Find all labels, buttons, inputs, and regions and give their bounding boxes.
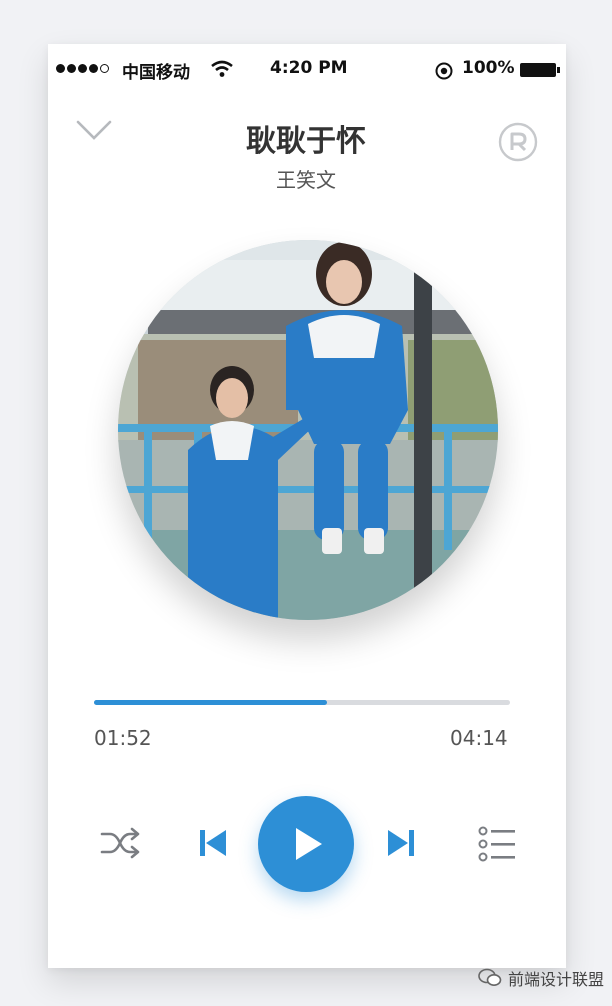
play-icon <box>296 828 322 860</box>
previous-button[interactable] <box>196 826 230 864</box>
status-bar: 中国移动 4:20 PM 100% <box>52 58 562 83</box>
skip-previous-icon <box>200 830 226 856</box>
rotation-lock-icon <box>435 62 453 80</box>
battery-icon <box>520 63 560 77</box>
wechat-icon <box>478 968 502 986</box>
carrier-name: 中国移动 <box>122 63 190 83</box>
watermark: 前端设计联盟 <box>478 966 604 990</box>
music-player-screen: 中国移动 4:20 PM 100% 耿耿于怀 王笑文 01:52 04:14 前… <box>0 0 612 1006</box>
skip-next-icon <box>388 830 414 856</box>
next-button[interactable] <box>384 826 418 864</box>
playlist-icon <box>478 826 515 862</box>
signal-strength-icon <box>56 64 109 73</box>
registered-icon[interactable] <box>498 122 538 162</box>
shuffle-icon <box>100 827 140 859</box>
play-button[interactable] <box>258 796 354 892</box>
status-time: 4:20 PM <box>270 58 348 78</box>
battery-percent: 100% <box>462 58 515 78</box>
artist-name: 王笑文 <box>276 168 336 192</box>
progress-fill <box>94 700 327 705</box>
total-time: 04:14 <box>450 726 508 750</box>
album-art <box>118 240 498 620</box>
progress-slider[interactable] <box>94 700 510 705</box>
current-time: 01:52 <box>94 726 152 750</box>
wifi-icon <box>211 60 233 77</box>
playlist-button[interactable] <box>478 826 518 866</box>
watermark-text: 前端设计联盟 <box>508 970 605 989</box>
shuffle-button[interactable] <box>100 826 142 864</box>
